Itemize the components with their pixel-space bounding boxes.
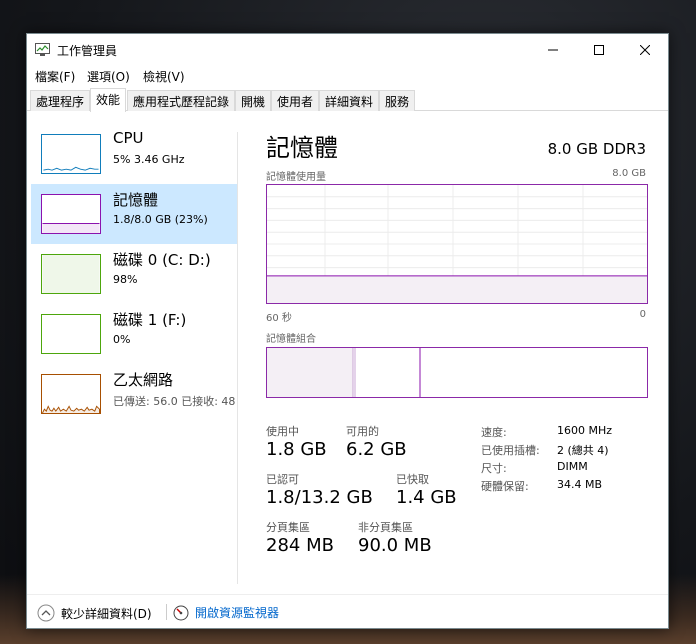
- menu-view[interactable]: 檢視(V): [143, 68, 185, 85]
- usage-graph-label: 記憶體使用量: [266, 172, 326, 183]
- close-button[interactable]: [622, 34, 668, 65]
- sidebar-item-disk0[interactable]: 磁碟 0 (C: D:) 98%: [31, 244, 237, 304]
- nonpaged-pool-label: 非分頁集區: [358, 521, 413, 534]
- resource-monitor-label: 開啟資源監視器: [195, 606, 280, 620]
- tab-processes[interactable]: 處理程序: [30, 90, 91, 111]
- fewer-details-button[interactable]: 較少詳細資料(D): [37, 604, 152, 622]
- sidebar-item-value: 1.8/8.0 GB (23%): [113, 213, 208, 226]
- sidebar-item-value: 5% 3.46 GHz: [113, 153, 185, 166]
- sidebar-item-memory[interactable]: 記憶體 1.8/8.0 GB (23%): [31, 184, 237, 244]
- in-use-value: 1.8 GB: [266, 439, 327, 460]
- tab-performance[interactable]: 效能: [90, 88, 127, 112]
- form-factor-label: 尺寸:: [481, 462, 507, 475]
- committed-value: 1.8/13.2 GB: [266, 487, 373, 508]
- paged-pool-label: 分頁集區: [266, 521, 310, 534]
- cpu-thumbnail: [41, 134, 101, 174]
- composition-label: 記憶體組合: [266, 334, 316, 345]
- maximize-icon: [594, 44, 604, 55]
- memory-composition-bar: [266, 347, 648, 398]
- ethernet-thumbnail: [41, 374, 101, 414]
- sidebar-item-label: 記憶體: [113, 191, 159, 209]
- speed-value: 1600 MHz: [557, 424, 613, 437]
- hardware-reserved-value: 34.4 MB: [557, 478, 603, 491]
- footer-bar: 較少詳細資料(D) 開啟資源監視器: [27, 594, 668, 628]
- sidebar-item-label: 磁碟 1 (F:): [113, 311, 187, 329]
- in-use-label: 使用中: [266, 425, 299, 438]
- form-factor-value: DIMM: [557, 460, 588, 473]
- sidebar-item-label: CPU: [113, 129, 144, 147]
- memory-usage-graph: [266, 184, 648, 304]
- resource-monitor-icon: [173, 605, 189, 620]
- available-label: 可用的: [346, 425, 379, 438]
- available-value: 6.2 GB: [346, 439, 407, 460]
- title-bar[interactable]: 工作管理員: [27, 34, 668, 65]
- sidebar-item-ethernet[interactable]: 乙太網路 已傳送: 56.0 已接收: 48: [31, 364, 237, 424]
- maximize-button[interactable]: [576, 34, 622, 65]
- sidebar-item-value: 98%: [113, 273, 138, 286]
- panel-divider: [237, 132, 238, 584]
- menu-bar: 檔案(F) 選項(O) 檢視(V): [27, 65, 668, 87]
- nonpaged-pool-value: 90.0 MB: [358, 535, 432, 556]
- slots-used-value: 2 (總共 4): [557, 444, 609, 457]
- task-manager-icon: [35, 43, 50, 56]
- cached-label: 已快取: [396, 473, 429, 486]
- fewer-details-label: 較少詳細資料(D): [61, 606, 152, 621]
- menu-options[interactable]: 選項(O): [87, 68, 130, 85]
- tab-startup[interactable]: 開機: [235, 90, 272, 111]
- disk1-thumbnail: [41, 314, 101, 354]
- tab-details[interactable]: 詳細資料: [319, 90, 380, 111]
- sidebar-item-value: 0%: [113, 333, 131, 346]
- tab-bar: 處理程序 效能 應用程式歷程記錄 開機 使用者 詳細資料 服務: [27, 88, 668, 112]
- time-axis-end: 0: [639, 309, 646, 320]
- sidebar-item-disk1[interactable]: 磁碟 1 (F:) 0%: [31, 304, 237, 364]
- tab-services[interactable]: 服務: [379, 90, 416, 111]
- sidebar-item-label: 乙太網路: [113, 371, 174, 389]
- disk0-thumbnail: [41, 254, 101, 294]
- hardware-reserved-label: 硬體保留:: [481, 480, 529, 493]
- usage-fill-area: [267, 275, 647, 303]
- minimize-icon: [548, 49, 558, 50]
- committed-label: 已認可: [266, 473, 299, 486]
- menu-file[interactable]: 檔案(F): [35, 68, 75, 85]
- performance-panel: CPU 5% 3.46 GHz 記憶體 1.8/8.0 GB (23%) 磁碟 …: [27, 112, 668, 594]
- speed-label: 速度:: [481, 426, 507, 439]
- memory-thumbnail: [41, 194, 101, 234]
- memory-spec: 8.0 GB DDR3: [547, 140, 646, 158]
- cached-value: 1.4 GB: [396, 487, 457, 508]
- window-title: 工作管理員: [57, 44, 118, 58]
- sidebar-item-label: 磁碟 0 (C: D:): [113, 251, 211, 269]
- time-axis-start: 60 秒: [266, 313, 292, 324]
- slots-used-label: 已使用插槽:: [481, 444, 540, 457]
- usage-graph-max: 8.0 GB: [612, 168, 646, 179]
- composition-in-use: [267, 348, 353, 397]
- footer-separator: [166, 604, 167, 620]
- sidebar-item-cpu[interactable]: CPU 5% 3.46 GHz: [31, 124, 237, 184]
- usage-graph-canvas: [267, 185, 647, 303]
- sidebar-item-value: 已傳送: 56.0 已接收: 48: [113, 395, 236, 408]
- close-icon: [640, 44, 650, 55]
- minimize-button[interactable]: [530, 34, 576, 65]
- tab-users[interactable]: 使用者: [271, 90, 320, 111]
- task-manager-window: 工作管理員 檔案(F) 選項(O) 檢視(V) 處理程序 效能 應用程式歷程記錄…: [26, 33, 669, 629]
- page-title: 記憶體: [266, 134, 338, 162]
- chevron-up-circle-icon: [37, 604, 55, 622]
- composition-canvas: [267, 348, 421, 397]
- tab-app-history[interactable]: 應用程式歷程記錄: [127, 90, 236, 111]
- open-resource-monitor-link[interactable]: 開啟資源監視器: [173, 604, 279, 621]
- paged-pool-value: 284 MB: [266, 535, 334, 556]
